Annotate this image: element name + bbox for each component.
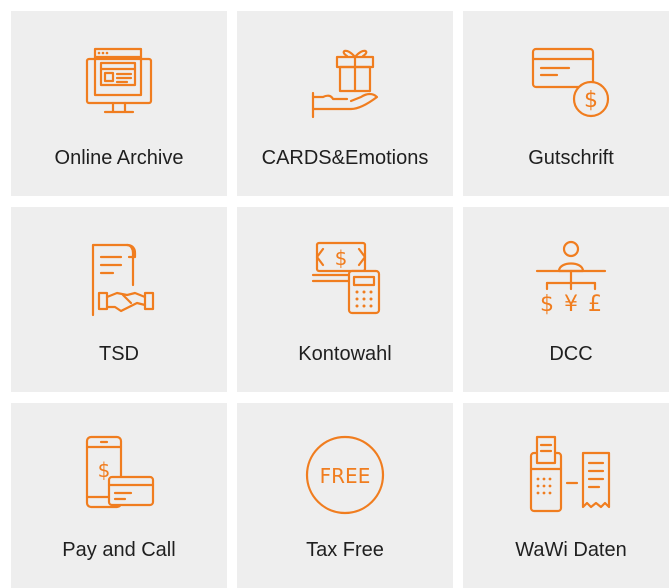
tile-label: Kontowahl	[298, 343, 392, 365]
card-credit-icon: $	[529, 41, 613, 125]
tile-label: WaWi Daten	[515, 539, 627, 561]
tile-label: CARDS&Emotions	[261, 147, 429, 169]
tile-label: DCC	[549, 343, 593, 365]
tile-label: TSD	[99, 343, 139, 365]
tile-label: Pay and Call	[62, 539, 176, 561]
terminal-receipt-icon	[529, 433, 613, 517]
tile-label: Gutschrift	[528, 147, 614, 169]
phone-card-icon: $	[77, 433, 161, 517]
gift-hand-icon	[303, 41, 387, 125]
tile-kontowahl[interactable]: $ Kontowahl	[237, 207, 453, 392]
tile-pay-and-call[interactable]: $ Pay and Call	[11, 403, 227, 588]
free-badge-icon: FREE	[303, 433, 387, 517]
document-handshake-icon	[77, 237, 161, 321]
monitor-archive-icon	[77, 41, 161, 125]
tile-label: Tax Free	[306, 539, 384, 561]
pound-sign: £	[588, 292, 602, 317]
tile-tax-free[interactable]: FREE Tax Free	[237, 403, 453, 588]
tile-gutschrift[interactable]: $ Gutschrift	[463, 11, 669, 196]
tile-cards-emotions[interactable]: CARDS&Emotions	[237, 11, 453, 196]
tile-dcc[interactable]: $ ¥ £ DCC	[463, 207, 669, 392]
currency-exchange-icon: $ ¥ £	[529, 237, 613, 321]
dollar-sign: $	[540, 292, 554, 317]
free-text: FREE	[320, 464, 371, 488]
dollar-sign: $	[335, 246, 348, 270]
tile-tsd[interactable]: TSD	[11, 207, 227, 392]
cash-calculator-icon: $	[303, 237, 387, 321]
tile-wawi-daten[interactable]: WaWi Daten	[463, 403, 669, 588]
service-tile-grid: Online Archive CARDS&Emotions $ Gutschri…	[11, 11, 669, 588]
dollar-sign: $	[584, 88, 598, 113]
yen-sign: ¥	[564, 292, 578, 317]
tile-label: Online Archive	[54, 147, 184, 169]
tile-online-archive[interactable]: Online Archive	[11, 11, 227, 196]
